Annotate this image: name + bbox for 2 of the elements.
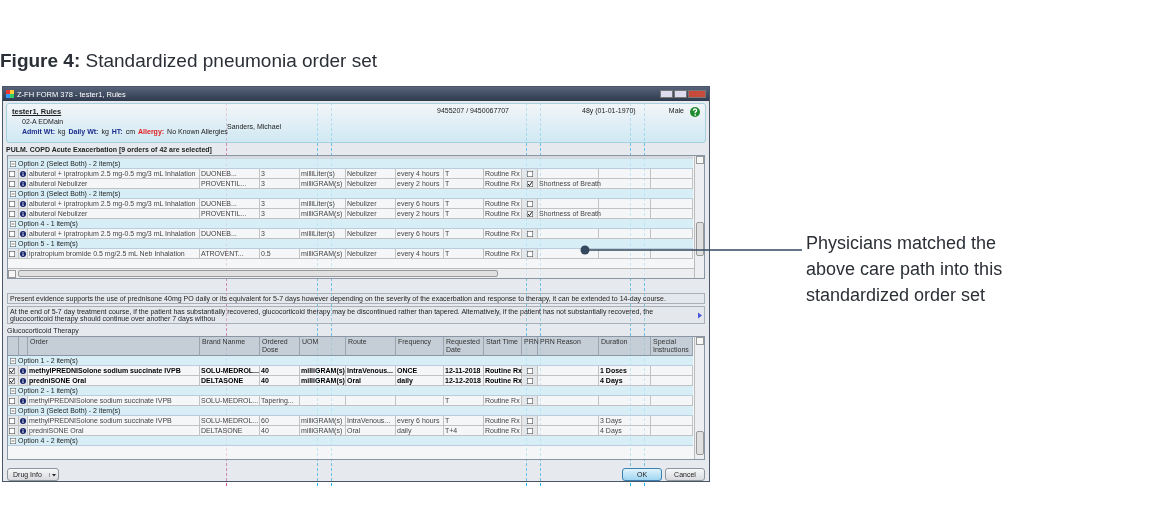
figure-caption: Figure 4: Standardized pneumonia order set: [0, 50, 379, 72]
callout-text: Physicians matched the above care path into this standardized order set: [806, 232, 1004, 307]
